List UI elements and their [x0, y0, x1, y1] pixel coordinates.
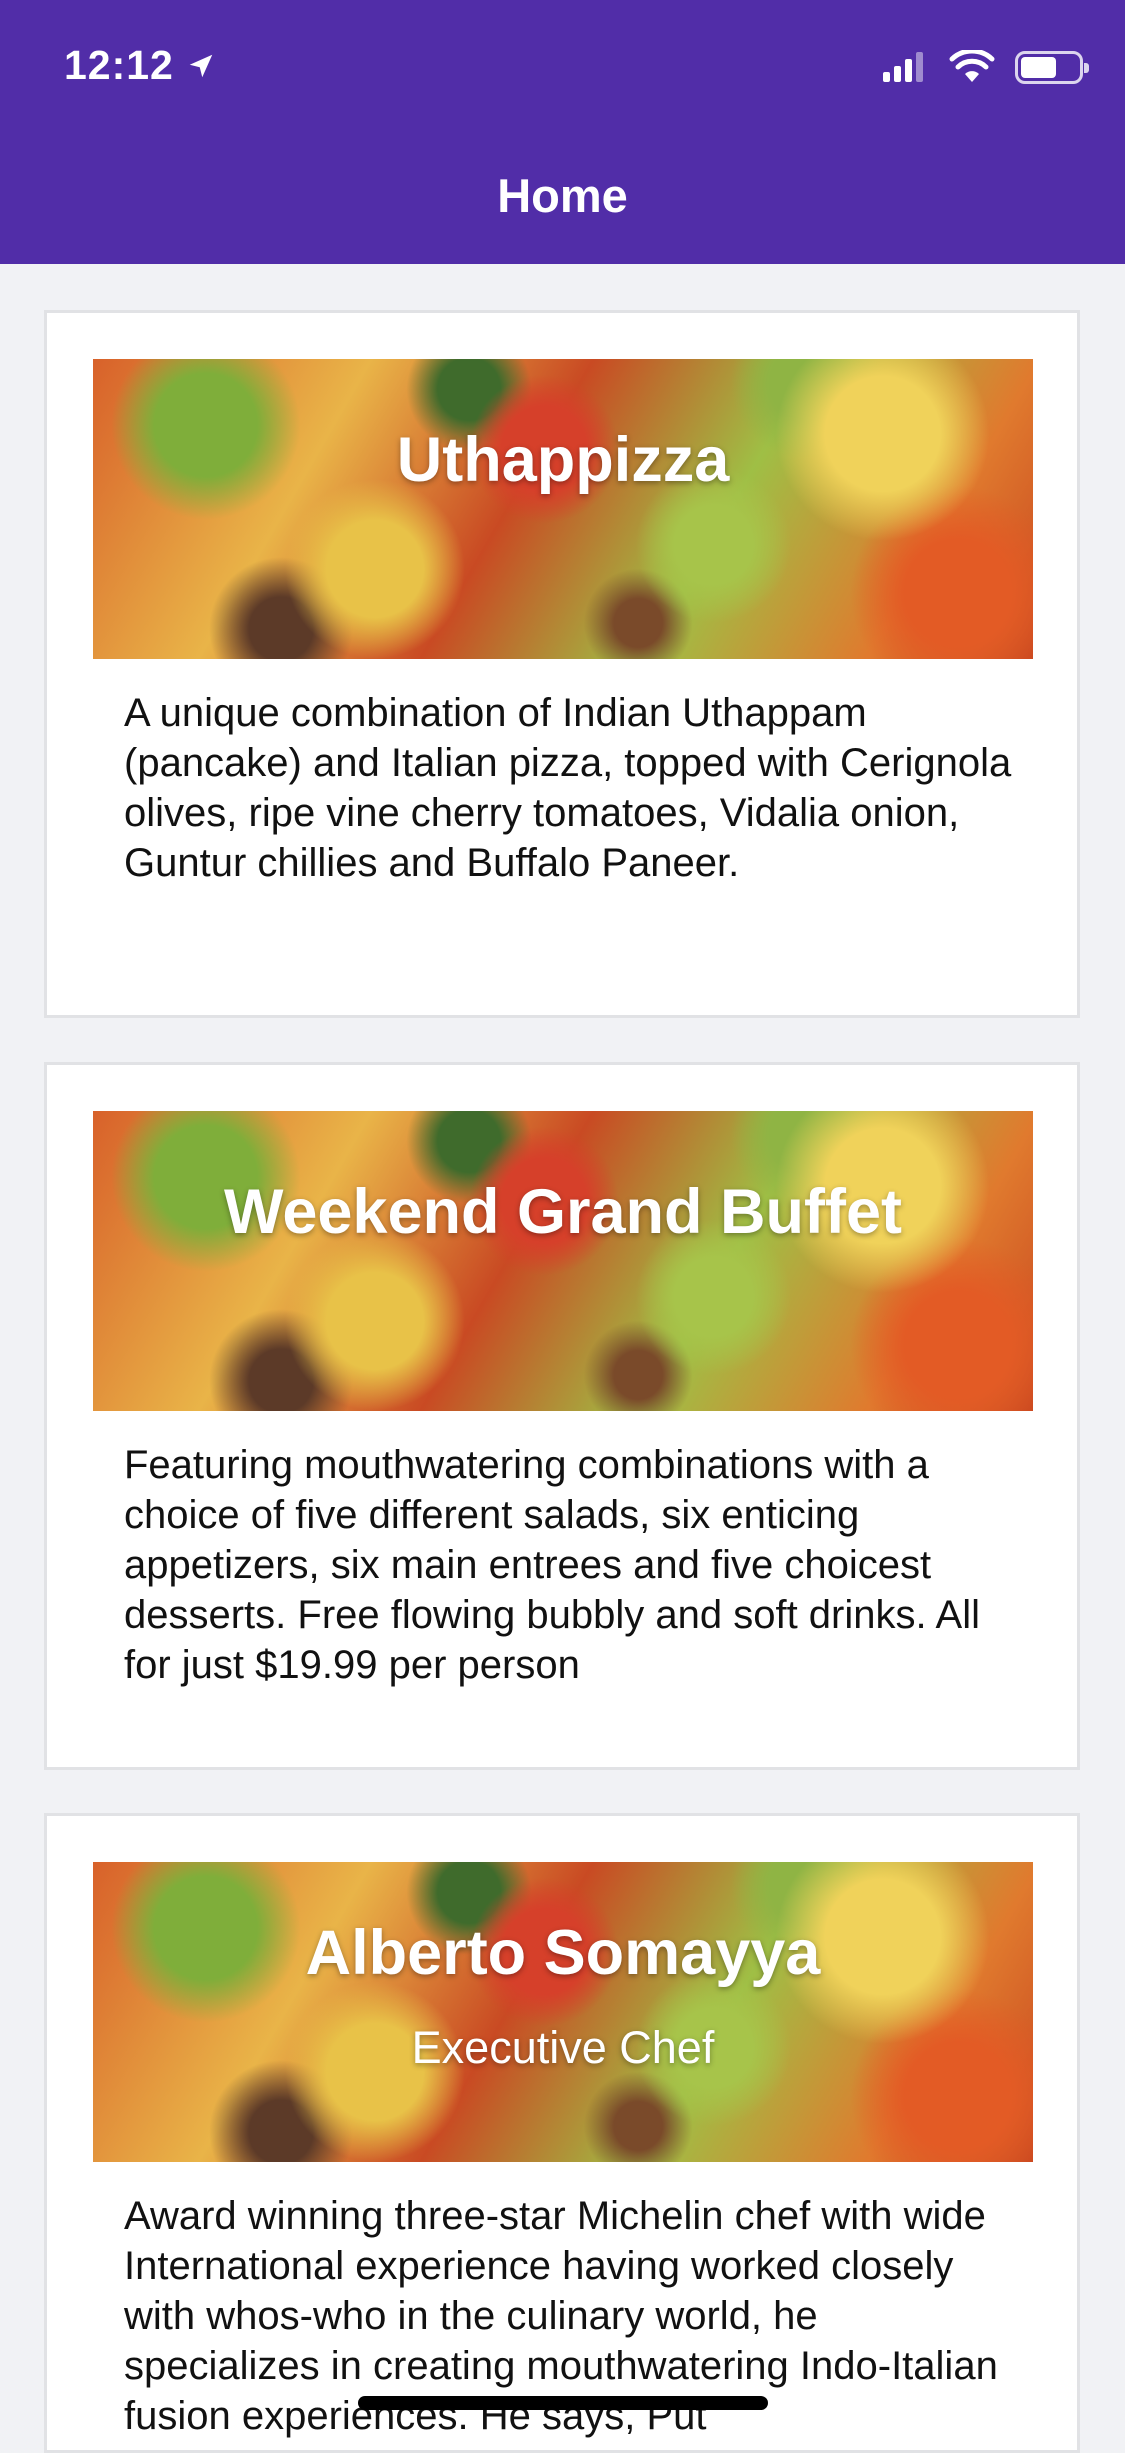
menu-card[interactable]: Weekend Grand Buffet Featuring mouthwate… [44, 1062, 1080, 1770]
status-time-text: 12:12 [64, 42, 174, 88]
status-bar-time: 12:12 [64, 42, 216, 89]
signal-icon [883, 52, 927, 82]
app-header: 12:12 Home [0, 0, 1125, 264]
home-indicator[interactable] [358, 2396, 768, 2410]
card-subtitle: Executive Chef [411, 2022, 715, 2073]
card-image: Alberto Somayya Executive Chef [93, 1862, 1033, 2162]
card-title: Uthappizza [396, 425, 730, 495]
card-image: Uthappizza [93, 359, 1033, 659]
card-title: Alberto Somayya [305, 1918, 821, 1988]
menu-card[interactable]: Uthappizza A unique combination of India… [44, 310, 1080, 1018]
card-description: A unique combination of Indian Uthappam … [124, 691, 1012, 885]
wifi-icon [949, 50, 995, 82]
card-title: Weekend Grand Buffet [224, 1177, 902, 1247]
status-icons [883, 50, 1089, 84]
card-description: Featuring mouthwatering combinations wit… [124, 1443, 980, 1687]
battery-icon [1015, 50, 1089, 84]
location-arrow-icon [189, 54, 213, 77]
page-title: Home [497, 169, 628, 222]
chef-card[interactable]: Alberto Somayya Executive Chef Award win… [44, 1813, 1080, 2453]
card-image: Weekend Grand Buffet [93, 1111, 1033, 1411]
